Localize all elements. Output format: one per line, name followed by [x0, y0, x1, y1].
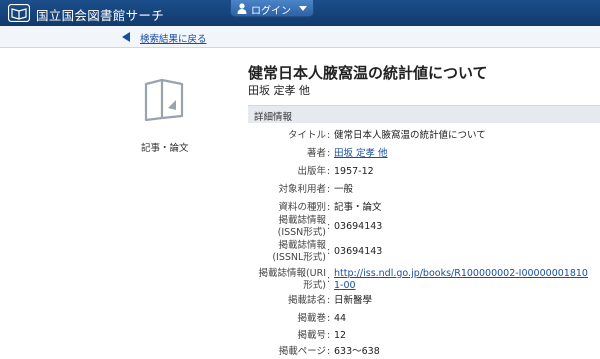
field-label-volume: 掲載巻 [297, 313, 326, 324]
field-value-volume: 44 [334, 313, 347, 324]
field-colon: : [327, 130, 331, 141]
field-colon: : [327, 166, 331, 177]
navigation-bar [0, 26, 600, 48]
record-authors: 田坂 定孝 他 [248, 84, 310, 97]
back-to-results-link[interactable]: 検索結果に戻る [140, 31, 207, 45]
field-colon: : [327, 330, 331, 341]
field-value-author: 田坂 定孝 他 [334, 148, 388, 160]
field-label-uri-line1: 掲載誌情報(URI [258, 268, 326, 279]
field-value-pages: 633〜638 [334, 346, 380, 357]
section-title: 詳細情報 [254, 112, 293, 123]
login-label: ログイン [251, 6, 291, 17]
field-colon: : [327, 184, 331, 195]
field-value-material-type: 記事・論文 [334, 202, 382, 213]
author-link[interactable]: 田坂 定孝 他 [334, 148, 388, 159]
book-logo-icon[interactable] [8, 4, 30, 22]
field-colon: : [327, 246, 331, 257]
field-label-material-type: 資料の種別 [278, 202, 326, 213]
field-label-journal: 掲載誌名 [287, 295, 326, 306]
field-label-issn-line1: 掲載誌情報 [278, 215, 326, 226]
field-label-issnl-line2: (ISSNL形式) [272, 252, 326, 263]
record-title: 健常日本人腋窩温の統計値について [248, 64, 488, 82]
field-colon: : [327, 346, 331, 357]
login-button[interactable]: ログイン [230, 0, 314, 17]
field-colon: : [327, 202, 331, 213]
field-colon: : [327, 148, 331, 159]
field-colon: : [327, 313, 331, 324]
field-label-issn-line2: (ISSN形式) [277, 227, 326, 238]
field-value-issue: 12 [334, 330, 347, 341]
field-value-audience: 一般 [334, 184, 354, 195]
field-value-uri: http://iss.ndl.go.jp/books/R100000002-I0… [334, 268, 590, 292]
uri-link[interactable]: http://iss.ndl.go.jp/books/R100000002-I0… [334, 268, 588, 291]
document-icon [144, 78, 184, 122]
field-label-issue: 掲載号 [297, 330, 326, 341]
material-type-label: 記事・論文 [141, 143, 189, 154]
field-label-title: タイトル [287, 130, 326, 141]
person-icon [237, 3, 247, 14]
field-label-pages: 掲載ページ [278, 346, 326, 357]
field-value-year: 1957-12 [334, 166, 374, 177]
field-value-issn: 03694143 [334, 221, 383, 232]
back-arrow-icon[interactable] [122, 32, 130, 42]
field-label-author: 著者 [306, 148, 326, 159]
details-section-header: 詳細情報 [248, 105, 600, 123]
field-value-issnl: 03694143 [334, 246, 383, 257]
field-label-issnl-line1: 掲載誌情報 [278, 240, 326, 251]
field-label-uri-line2: 形式) [303, 280, 326, 291]
field-label-audience: 対象利用者 [278, 184, 326, 195]
top-header: 国立国会図書館サーチ ログイン [0, 0, 600, 26]
caret-down-icon [299, 6, 307, 11]
site-title[interactable]: 国立国会図書館サーチ [36, 5, 164, 24]
field-label-year: 出版年 [297, 166, 326, 177]
field-value-journal: 日新醫學 [334, 295, 373, 306]
field-colon: : [327, 295, 331, 306]
field-colon: : [327, 274, 331, 285]
field-colon: : [327, 221, 331, 232]
field-value-title: 健常日本人腋窩温の統計値について [334, 130, 486, 141]
